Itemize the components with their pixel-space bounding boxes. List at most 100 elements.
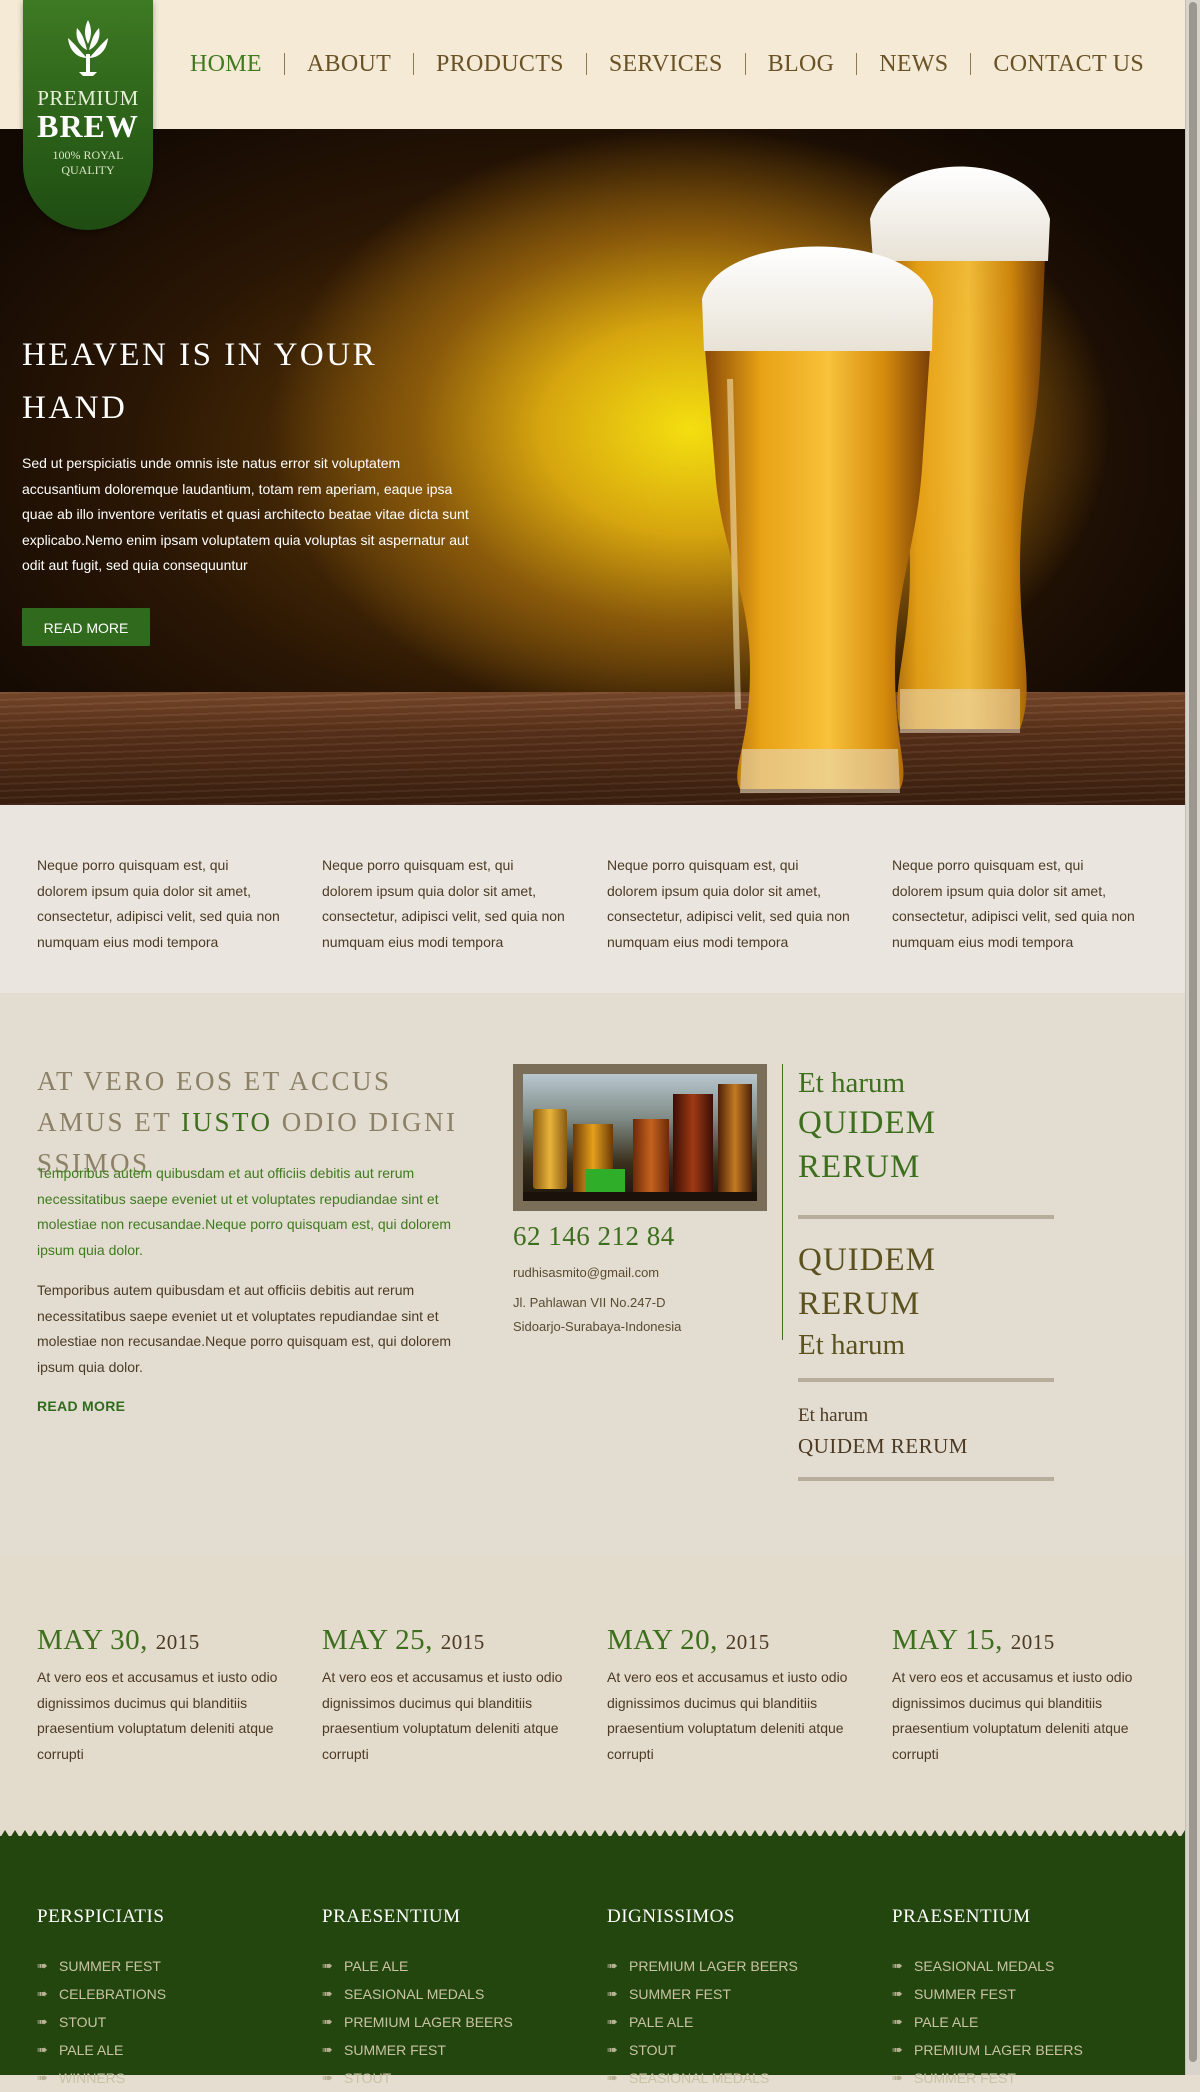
info-section: AT VERO EOS ET ACCUS AMUS ET IUSTO ODIO … (0, 993, 1186, 1556)
contact-phone: 62 146 212 84 (513, 1221, 675, 1251)
news-date: MAY 30, 2015 (37, 1624, 200, 1656)
arrow-icon: ➠ (37, 2070, 48, 2085)
arrow-icon: ➠ (607, 2070, 618, 2085)
nav-divider (856, 53, 858, 75)
arrow-icon: ➠ (892, 1958, 903, 1973)
contact-address-line2: Sidoarjo-Surabaya-Indonesia (513, 1319, 682, 1334)
footer-link[interactable]: ➠ SUMMER FEST (322, 2036, 567, 2064)
nav-divider (283, 53, 285, 75)
side-block-2-title-line1: QUIDEM (798, 1242, 936, 1278)
footer-column-title: DIGNISSIMOS (607, 1906, 735, 1927)
nav-divider (970, 53, 972, 75)
logo[interactable]: PREMIUM BREW 100% ROYAL QUALITY (23, 0, 153, 230)
news-date: MAY 20, 2015 (607, 1624, 770, 1656)
news-item[interactable]: MAY 25, 2015 At vero eos et accusamus et… (322, 1624, 567, 1767)
side-block-2-title-line2: RERUM (798, 1286, 921, 1322)
side-block-1-title-line1: QUIDEM (798, 1105, 936, 1141)
footer-link[interactable]: ➠ PALE ALE (37, 2036, 282, 2064)
footer-link[interactable]: ➠ PALE ALE (322, 1952, 567, 1980)
footer-column: PRAESENTIUM ➠ PALE ALE ➠ SEASIONAL MEDALS … (322, 1906, 567, 2092)
footer-link[interactable]: ➠ STOUT (607, 2036, 852, 2064)
beer-glasses-image (702, 166, 1050, 793)
arrow-icon: ➠ (322, 1986, 333, 2001)
footer-column: PRAESENTIUM ➠ SEASIONAL MEDALS ➠ SUMMER FE… (892, 1906, 1137, 2092)
nav-divider (413, 53, 415, 75)
news-item[interactable]: MAY 15, 2015 At vero eos et accusamus et… (892, 1624, 1137, 1767)
side-rule (798, 1215, 1054, 1219)
side-block-1-title-line2: RERUM (798, 1149, 921, 1185)
news-item[interactable]: MAY 30, 2015 At vero eos et accusamus et… (37, 1624, 282, 1767)
bar-photo-frame (513, 1064, 767, 1211)
contact-email[interactable]: rudhisasmito@gmail.com (513, 1259, 659, 1286)
side-rule (798, 1477, 1054, 1481)
bar-photo (523, 1074, 757, 1201)
news-text: At vero eos et accusamus et iusto odio d… (892, 1669, 1133, 1762)
news-item[interactable]: MAY 20, 2015 At vero eos et accusamus et… (607, 1624, 852, 1767)
footer-link[interactable]: ➠ SEASIONAL MEDALS (892, 1952, 1137, 1980)
arrow-icon: ➠ (37, 2014, 48, 2029)
footer-link[interactable]: ➠ PALE ALE (892, 2008, 1137, 2036)
info-read-more-link[interactable]: READ MORE (37, 1398, 125, 1414)
hop-leaf-icon (68, 20, 108, 76)
side-block-3-subtitle: Et harum (798, 1405, 869, 1426)
footer-link[interactable]: ➠ PREMIUM LAGER BEERS (607, 1952, 852, 1980)
arrow-icon: ➠ (322, 2042, 333, 2057)
footer-link[interactable]: ➠ PREMIUM LAGER BEERS (322, 2008, 567, 2036)
arrow-icon: ➠ (892, 2070, 903, 2085)
footer-link[interactable]: ➠ CELEBRATIONS (37, 1980, 282, 2008)
site-header: PREMIUM BREW 100% ROYAL QUALITY HOME ABO… (0, 0, 1186, 230)
nav-services[interactable]: SERVICES (609, 51, 723, 78)
nav-news[interactable]: NEWS (879, 51, 948, 78)
logo-quality: 100% ROYAL QUALITY (52, 148, 124, 177)
nav-home[interactable]: HOME (190, 51, 262, 78)
side-rule (798, 1378, 1054, 1382)
info-paragraph: Temporibus autem quibusdam et aut offici… (37, 1282, 452, 1375)
side-block-2-subtitle: Et harum (798, 1329, 906, 1361)
news-text: At vero eos et accusamus et iusto odio d… (37, 1669, 278, 1762)
nav-blog[interactable]: BLOG (768, 51, 835, 78)
footer-link[interactable]: ➠ STOUT (37, 2008, 282, 2036)
nav-about[interactable]: ABOUT (307, 51, 391, 78)
footer-link[interactable]: ➠ PALE ALE (607, 2008, 852, 2036)
footer-column-title: PRAESENTIUM (892, 1906, 1031, 1927)
feature-text: Neque porro quisquam est, qui dolorem ip… (37, 857, 280, 950)
site-footer: PERSPICIATIS ➠ SUMMER FEST ➠ CELEBRATIONS … (0, 1830, 1186, 2086)
info-paragraph-highlight: Temporibus autem quibusdam et aut offici… (37, 1165, 452, 1258)
footer-link[interactable]: ➠ WINNERS (37, 2064, 282, 2092)
nav-divider (744, 53, 746, 75)
side-block-1: Et harum QUIDEM RERUM (798, 1065, 1054, 1219)
footer-link[interactable]: ➠ SUMMER FEST (607, 1980, 852, 2008)
news-section: MAY 30, 2015 At vero eos et accusamus et… (0, 1556, 1186, 1836)
footer-link[interactable]: ➠ SUMMER FEST (892, 2064, 1137, 2092)
news-date: MAY 15, 2015 (892, 1624, 1055, 1656)
footer-link[interactable]: ➠ SUMMER FEST (892, 1980, 1137, 2008)
scrollbar-thumb[interactable] (1189, 2, 1197, 2062)
side-block-2: QUIDEM RERUM Et harum (798, 1238, 1054, 1382)
footer-link[interactable]: ➠ SEASIONAL MEDALS (322, 1980, 567, 2008)
feature-text: Neque porro quisquam est, qui dolorem ip… (607, 857, 850, 950)
arrow-icon: ➠ (892, 2042, 903, 2057)
side-block-3: Et harum QUIDEM RERUM (798, 1403, 1054, 1481)
footer-link[interactable]: ➠ SUMMER FEST (37, 1952, 282, 1980)
news-text: At vero eos et accusamus et iusto odio d… (607, 1669, 848, 1762)
arrow-icon: ➠ (322, 1958, 333, 1973)
arrow-icon: ➠ (37, 2042, 48, 2057)
hero-read-more-button[interactable]: READ MORE (22, 608, 150, 646)
contact-address-line1: Jl. Pahlawan VII No.247-D (513, 1295, 666, 1310)
arrow-icon: ➠ (37, 1958, 48, 1973)
arrow-icon: ➠ (892, 2014, 903, 2029)
hero-text: Sed ut perspiciatis unde omnis iste natu… (22, 455, 469, 573)
footer-column: DIGNISSIMOS ➠ PREMIUM LAGER BEERS ➠ SUMMER… (607, 1906, 852, 2092)
column-divider (782, 1064, 783, 1340)
footer-link[interactable]: ➠ SEASIONAL MEDALS (607, 2064, 852, 2092)
scrollbar[interactable] (1185, 0, 1200, 2075)
nav-products[interactable]: PRODUCTS (436, 51, 564, 78)
hero-title: HEAVEN IS IN YOUR HAND (22, 337, 378, 426)
arrow-icon: ➠ (892, 1986, 903, 2001)
footer-link[interactable]: ➠ STOUT (322, 2064, 567, 2092)
side-block-3-title: QUIDEM RERUM (798, 1434, 968, 1458)
footer-column-title: PERSPICIATIS (37, 1906, 165, 1927)
footer-link[interactable]: ➠ PREMIUM LAGER BEERS (892, 2036, 1137, 2064)
nav-contact-us[interactable]: CONTACT US (993, 51, 1144, 78)
arrow-icon: ➠ (607, 1986, 618, 2001)
